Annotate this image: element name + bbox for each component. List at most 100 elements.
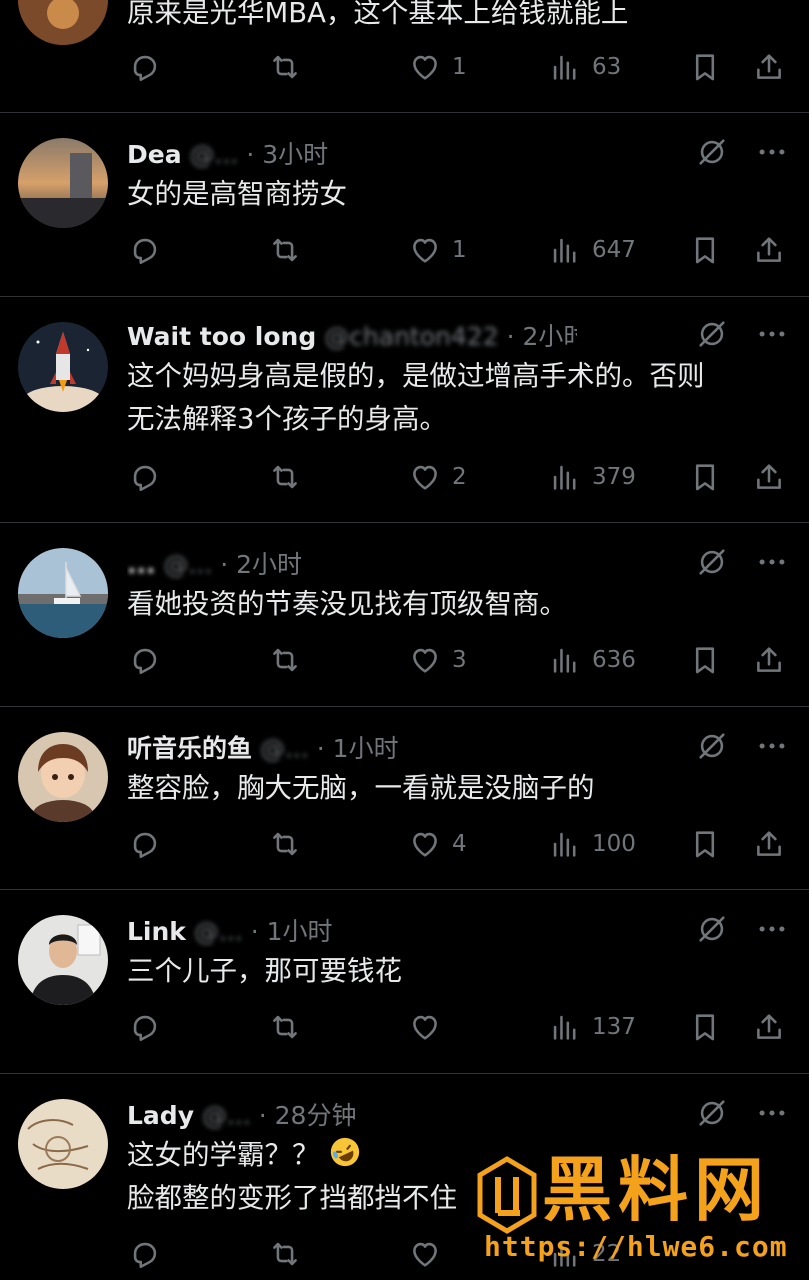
tweet-text-line: 看她投资的节奏没见找有顶级智商。 [127,588,567,620]
grok-icon[interactable] [695,912,729,946]
reply-button[interactable] [128,1005,172,1049]
grok-icon[interactable] [695,729,729,763]
reply-icon [128,827,162,861]
views-button[interactable]: 63 [548,45,621,89]
more-icon[interactable] [755,545,789,579]
like-button[interactable]: 1 [408,228,467,272]
tweet-card[interactable]: 原来是光华MBA，这个基本上给钱就能上 1 63 [0,0,809,113]
view-count: 379 [592,464,636,490]
author-handle[interactable]: @chanton422 [324,322,498,351]
retweet-button[interactable] [268,638,312,682]
avatar[interactable] [18,322,108,412]
more-icon[interactable] [755,729,789,763]
avatar[interactable] [18,0,108,45]
like-button[interactable]: 3 [408,638,467,682]
like-button[interactable]: 2 [408,455,467,499]
views-button[interactable]: 137 [548,1005,636,1049]
tweet-card[interactable]: ... @... · 2小时 看她投资的节奏没见找有顶级智商。 3 636 [0,523,809,707]
retweet-button[interactable] [268,45,312,89]
share-button[interactable] [752,822,786,866]
more-icon[interactable] [755,135,789,169]
author-handle[interactable]: @... [260,734,309,763]
bookmark-button[interactable] [688,1005,722,1049]
reply-icon [128,1237,162,1271]
tweet-time[interactable]: 2小时 [236,550,302,579]
retweet-button[interactable] [268,1232,312,1276]
views-button[interactable]: 100 [548,822,636,866]
like-icon [408,233,442,267]
bookmark-button[interactable] [688,228,722,272]
reply-button[interactable] [128,228,172,272]
view-count: 137 [592,1014,636,1040]
tweet-time[interactable]: 2小时 [522,322,577,351]
retweet-button[interactable] [268,228,312,272]
like-icon [408,643,442,677]
grok-icon[interactable] [695,317,729,351]
retweet-button[interactable] [268,455,312,499]
like-icon [408,1010,442,1044]
reply-button[interactable] [128,1232,172,1276]
avatar[interactable] [18,548,108,638]
more-icon[interactable] [755,317,789,351]
like-button[interactable] [408,1232,452,1276]
like-button[interactable]: 1 [408,45,467,89]
tweet-time[interactable]: 1小时 [333,734,399,763]
tweet-time[interactable]: 28分钟 [275,1101,357,1130]
more-icon[interactable] [755,1096,789,1130]
tweet-card[interactable]: Dea @... · 3小时 女的是高智商捞女 1 647 [0,113,809,297]
avatar[interactable] [18,915,108,1005]
share-button[interactable] [752,455,786,499]
reply-button[interactable] [128,822,172,866]
like-button[interactable]: 4 [408,822,467,866]
grok-icon[interactable] [695,1096,729,1130]
tweet-card[interactable]: Link @... · 1小时 三个儿子，那可要钱花 137 [0,890,809,1074]
reply-button[interactable] [128,455,172,499]
views-button[interactable]: 636 [548,638,636,682]
author-name[interactable]: ... [127,550,156,579]
tweet-card[interactable]: Wait too long @chanton422 · 2小时 这个妈妈身高是假… [0,297,809,523]
share-button[interactable] [752,638,786,682]
view-count: 636 [592,647,636,673]
bookmark-button[interactable] [688,638,722,682]
author-handle[interactable]: @... [190,140,239,169]
tweet-time[interactable]: 1小时 [267,917,333,946]
avatar[interactable] [18,138,108,228]
tweet-card[interactable]: 听音乐的鱼 @... · 1小时 整容脸，胸大无脑，一看就是没脑子的 4 100 [0,707,809,890]
avatar[interactable] [18,732,108,822]
views-icon [548,827,582,861]
retweet-button[interactable] [268,1005,312,1049]
reply-icon [128,1010,162,1044]
author-name[interactable]: Link [127,917,186,946]
view-count: 100 [592,831,636,857]
share-button[interactable] [752,1005,786,1049]
views-button[interactable]: 647 [548,228,636,272]
like-icon [408,460,442,494]
author-name[interactable]: Dea [127,140,182,169]
tweet-text-line: 整容脸，胸大无脑，一看就是没脑子的 [127,772,595,804]
view-count: 647 [592,237,636,263]
author-name[interactable]: 听音乐的鱼 [127,734,252,763]
more-icon[interactable] [755,912,789,946]
reply-button[interactable] [128,45,172,89]
author-name[interactable]: Wait too long [127,322,316,351]
bookmark-button[interactable] [688,455,722,499]
views-button[interactable]: 379 [548,455,636,499]
avatar[interactable] [18,1099,108,1189]
like-count: 3 [452,647,467,673]
grok-icon[interactable] [695,135,729,169]
like-icon [408,50,442,84]
action-bar: 2 379 [0,455,809,499]
share-button[interactable] [752,45,786,89]
reply-button[interactable] [128,638,172,682]
bookmark-button[interactable] [688,822,722,866]
grok-icon[interactable] [695,545,729,579]
retweet-button[interactable] [268,822,312,866]
share-button[interactable] [752,228,786,272]
author-handle[interactable]: @... [194,917,243,946]
author-handle[interactable]: @... [202,1101,251,1130]
tweet-time[interactable]: 3小时 [262,140,328,169]
author-handle[interactable]: @... [163,550,212,579]
author-name[interactable]: Lady [127,1101,194,1130]
like-button[interactable] [408,1005,452,1049]
bookmark-button[interactable] [688,45,722,89]
